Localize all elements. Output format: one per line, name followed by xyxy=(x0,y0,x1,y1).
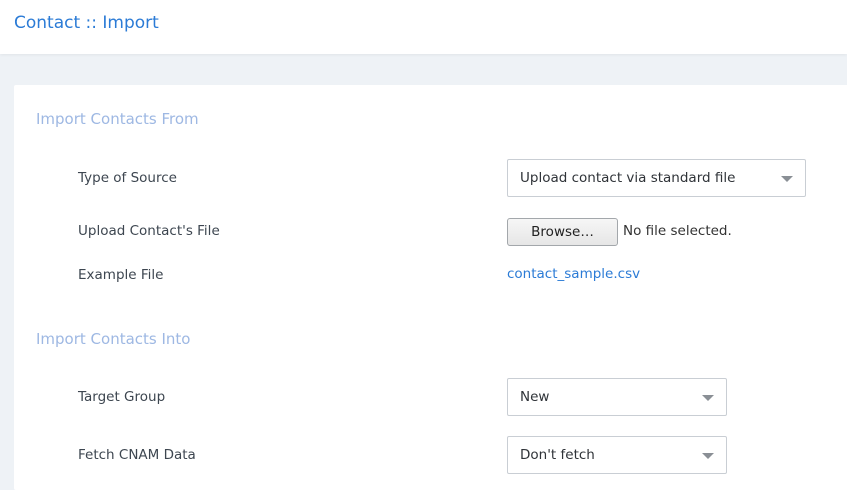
fetch-cnam-select[interactable]: Don't fetch xyxy=(507,436,727,474)
type-of-source-label: Type of Source xyxy=(78,170,177,186)
target-group-label: Target Group xyxy=(78,389,166,405)
target-group-select[interactable]: New xyxy=(507,378,727,416)
target-group-value: New xyxy=(520,389,550,405)
chevron-down-icon xyxy=(702,395,714,401)
chevron-down-icon xyxy=(781,176,793,182)
upload-file-label: Upload Contact's File xyxy=(78,223,220,239)
import-form-card: Import Contacts From Type of Source Uplo… xyxy=(14,85,847,490)
fetch-cnam-value: Don't fetch xyxy=(520,447,595,463)
browse-button[interactable]: Browse… xyxy=(507,218,618,246)
example-file-link[interactable]: contact_sample.csv xyxy=(507,266,640,282)
fetch-cnam-label: Fetch CNAM Data xyxy=(78,447,196,463)
file-status-text: No file selected. xyxy=(623,223,732,239)
type-of-source-select[interactable]: Upload contact via standard file xyxy=(507,159,806,197)
type-of-source-value: Upload contact via standard file xyxy=(520,170,736,186)
page-title: Contact :: Import xyxy=(14,13,159,33)
section-title-import-into: Import Contacts Into xyxy=(36,330,191,348)
example-file-label: Example File xyxy=(78,267,164,283)
section-title-import-from: Import Contacts From xyxy=(36,110,199,128)
page-header: Contact :: Import xyxy=(0,0,847,54)
chevron-down-icon xyxy=(702,453,714,459)
